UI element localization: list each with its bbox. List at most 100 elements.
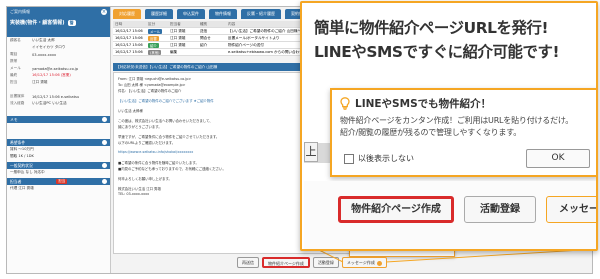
category-badge: (其他) [148,49,162,55]
tab-item[interactable]: 反響・紹介履歴 [241,9,281,19]
register-activity-button[interactable]: 活動登録 [312,257,339,268]
section-row: 間取 1K / 1DK [7,153,110,160]
popup-body-line-2: 紹介/閲覧の履歴が残るので管理しやすくなります。 [340,128,522,137]
section-row-text: 間取 1K / 1DK [10,154,34,158]
expand-icon[interactable] [102,117,107,122]
customer-field-value: いい生活PC いい生活 [32,101,67,105]
customer-name-label: 実装機(物件・顧客情報) [10,20,65,26]
zoom-fragment-button[interactable]: 上 [304,142,318,162]
tab-item[interactable]: 履歴詳細 [145,9,173,19]
row-kind: 紹介 [200,42,208,47]
zoomed-action-bar: 物件紹介ページ作成 活動登録 メッセージ作成 [304,181,596,249]
customer-field-row: イイセイカツ タロウ [7,44,110,51]
zoomed-register-activity-button[interactable]: 活動登録 [464,196,536,223]
create-message-button[interactable]: メッセージ作成 [341,257,387,268]
section-row [7,130,110,137]
popup-title-text: LINEやSMSでも物件紹介！ [355,98,492,110]
customer-title: 実装機(物件・顧客情報) 管 [10,19,107,26]
zoomed-create-property-page-button[interactable]: 物件紹介ページ作成 [338,196,454,223]
customer-sections: メモ希望条件 賃料 ～10万円 間取 1K / 1DK 一般契約状況一般申込 なし 対… [7,116,110,192]
category-badge: 反響 [148,35,159,41]
expand-icon[interactable] [102,163,107,168]
section-row: 賃料 ～10万円 [7,146,110,153]
customer-field-row: メール yamada@e-seikatsu.co.jp [7,65,110,72]
customer-field-value: 江口 秀雄 [32,80,48,84]
tab-item[interactable]: 申込案件 [177,9,205,19]
row-category: 紹介 [146,42,168,48]
customer-field-row: 担当 江口 秀雄 [7,79,110,86]
customer-panel-header: ご案内情報 実装機(物件・顧客情報) 管 × [7,7,110,37]
customer-field-row [7,107,110,114]
customer-field-value: いい生活 太郎 [32,38,55,42]
headline-line-1: 簡単に物件紹介ページURLを発行! [314,19,549,37]
section-title: 一般契約状況 [10,162,33,168]
popup-title: LINEやSMSでも物件紹介！ [340,96,491,111]
customer-field-value: yamada@e-seikatsu.co.jp [32,66,79,71]
row-kind: 送信 [200,28,208,33]
column-header: 区分 [148,21,156,26]
tab-item[interactable]: 対応履歴 [113,9,141,19]
row-category: (其他) [146,49,168,55]
section-row: 代理 江口 秀雄 [7,185,110,192]
tab-item[interactable]: 物件情報 [209,9,237,19]
row-category: メール [146,28,168,34]
customer-field-key: 電話 [10,52,18,56]
expand-icon[interactable] [101,179,107,184]
panel-caption: ご案内情報 [10,9,30,14]
customer-field-key: 反響媒体 [10,94,25,98]
zoomed-create-message-button[interactable]: メッセージ作成 [546,196,596,223]
customer-field-row: 反響媒体 16/12/17 15:06 e-seikatsu [7,93,110,100]
line-sms-popup: LINEやSMSでも物件紹介！ 物件紹介ページをカンタン作成！ご利用はURLを貼… [330,88,596,177]
dont-show-again-label: 以後表示しない [358,154,414,163]
headline-line-2: LINEやSMSですぐに紹介可能です! [314,43,560,61]
category-badge: メール [148,28,163,34]
customer-field-row: 電話 03-xxxx-xxxx [7,51,110,58]
row-date: 16/12/17 15:06 [115,29,143,33]
section-header[interactable]: 担当者 担当 [7,178,110,185]
column-header: 日時 [115,21,123,26]
customer-field-value: 03-xxxx-xxxx [32,52,57,57]
notification-dot-icon [376,260,382,266]
ok-button[interactable]: OK [526,149,590,168]
lightbulb-icon [340,97,350,110]
create-message-label: メッセージ作成 [346,260,375,265]
close-icon[interactable]: × [101,9,107,15]
customer-panel: ご案内情報 実装機(物件・顧客情報) 管 × 顧客名 いい生活 太郎イイセイカツ … [7,7,111,273]
section-chip[interactable]: 担当 [56,179,68,184]
customer-field-value: イイセイカツ タロウ [32,45,66,49]
section-row: 一般申込 なし 対応中 [7,169,110,176]
customer-field-value: 16/12/17 15:06 e-seikatsu [32,94,80,99]
row-category: 反響 [146,35,168,41]
customer-pill[interactable]: 管 [67,19,76,26]
expand-icon[interactable] [102,140,107,145]
section-header[interactable]: 希望条件 [7,139,110,146]
row-staff: 江口 秀雄 [170,35,186,40]
section-title: 希望条件 [10,139,26,145]
customer-field-row: 流入経路 いい生活PC いい生活 [7,100,110,107]
section-row-text: 一般申込 なし 対応中 [10,170,45,174]
customer-field-key: 流入経路 [10,101,25,105]
action-bar: 再送信 物件紹介ページ作成 活動登録 メッセージ作成 [237,257,387,268]
section-title: メモ [10,116,18,122]
row-staff: 江口 秀雄 [170,42,186,47]
section-row [7,123,110,130]
resend-button[interactable]: 再送信 [237,257,259,268]
customer-field-key: 担当 [10,80,18,84]
dont-show-again-option[interactable]: 以後表示しない [344,153,414,164]
customer-field-row: 最終 16/12/17 15:06 (営業) [7,72,110,79]
customer-fields: 顧客名 いい生活 太郎 イイセイカツ タロウ 電話 03-xxxx-xxxx 携帯 メール y… [7,37,110,114]
row-staff: 編集 [170,49,178,54]
dont-show-again-checkbox[interactable] [344,153,354,164]
section-row-text: 代理 江口 秀雄 [10,186,34,190]
customer-field-key: 顧客名 [10,38,21,42]
section-header[interactable]: 一般契約状況 [7,162,110,169]
create-property-page-button[interactable]: 物件紹介ページ作成 [262,257,310,268]
section-header[interactable]: メモ [7,116,110,123]
customer-field-key: メール [10,66,21,70]
category-badge: 紹介 [148,42,159,48]
customer-field-value: 16/12/17 15:06 (営業) [32,73,71,77]
customer-field-row: 顧客名 いい生活 太郎 [7,37,110,44]
row-staff: 江口 秀雄 [170,28,186,33]
row-date: 16/12/17 15:06 [115,36,143,40]
popup-body-line-1: 物件紹介ページをカンタン作成！ご利用はURLを貼り付けるだけ。 [340,116,574,125]
